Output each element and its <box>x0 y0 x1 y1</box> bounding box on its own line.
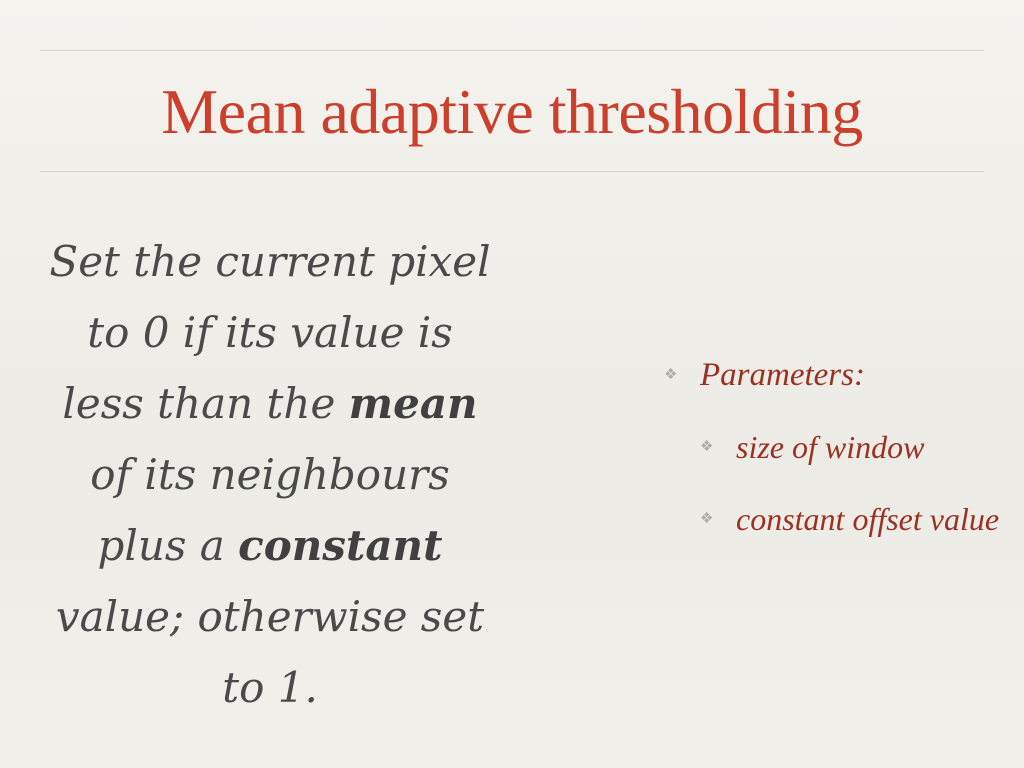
definition-bold-mean: mean <box>348 379 478 428</box>
top-divider <box>40 50 984 51</box>
diamond-bullet-icon: ❖ <box>700 511 714 527</box>
slide-title: Mean adaptive thresholding <box>161 76 863 147</box>
title-divider <box>40 171 984 172</box>
list-item-label: constant offset value <box>736 501 1000 537</box>
definition-part-3: value; otherwise set to 1. <box>55 592 485 712</box>
list-item-size-of-window: ❖ size of window <box>662 424 1002 470</box>
parameter-list: ❖ Parameters: ❖ size of window ❖ constan… <box>662 352 1002 542</box>
list-item-constant-offset: ❖ constant offset value <box>662 496 1002 542</box>
list-item-label: Parameters: <box>700 357 865 393</box>
list-item-label: size of window <box>736 429 925 465</box>
diamond-bullet-icon: ❖ <box>700 439 714 455</box>
definition-text: Set the current pixel to 0 if its value … <box>40 226 500 723</box>
definition-bold-constant: constant <box>238 521 443 570</box>
diamond-bullet-icon: ❖ <box>664 367 678 383</box>
list-item-parameters: ❖ Parameters: <box>662 352 1002 398</box>
